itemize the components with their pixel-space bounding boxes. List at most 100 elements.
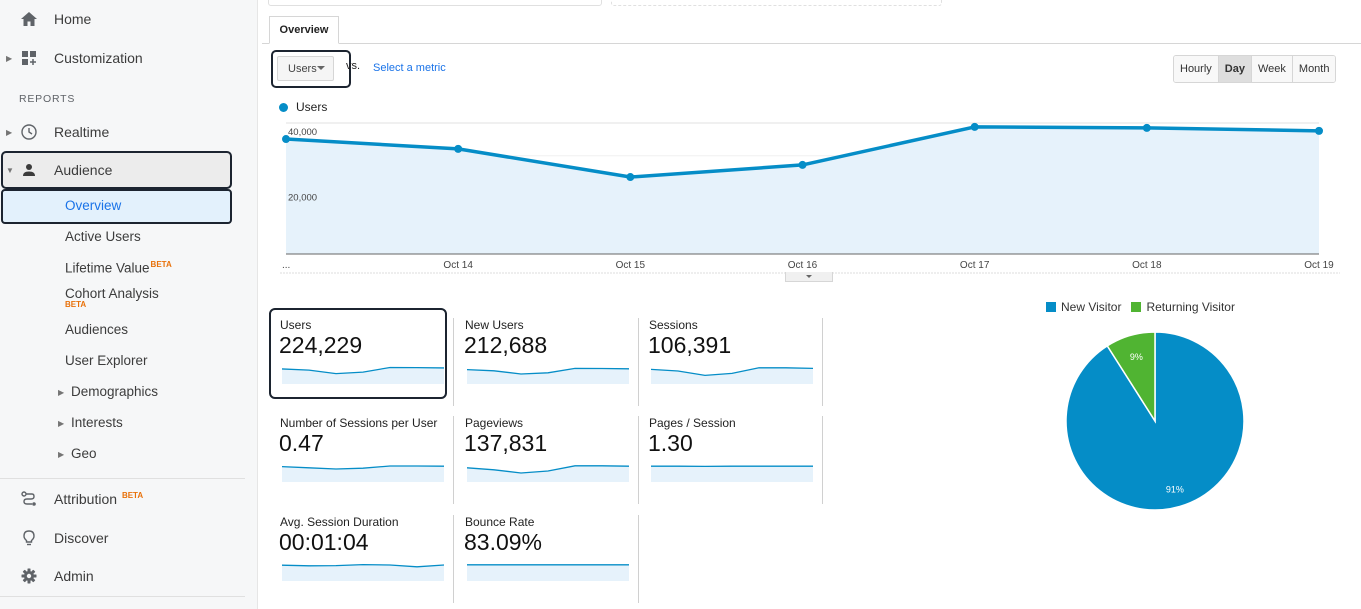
data-point	[1315, 126, 1323, 135]
sidebar-item-label: Admin	[54, 568, 94, 584]
gear-icon	[20, 567, 38, 585]
sparkline	[651, 465, 813, 482]
scorecard-sessions[interactable]: Sessions 106,391	[639, 310, 817, 400]
metric-select[interactable]: Users	[277, 56, 334, 81]
sidebar-subitem-cohort-analysis[interactable]: Cohort Analysis	[65, 286, 159, 301]
sparkline	[651, 367, 813, 384]
scorecard-separator	[453, 416, 454, 504]
scorecard-separator	[453, 318, 454, 406]
sidebar-item-admin[interactable]: Admin	[0, 558, 258, 594]
scorecard-users[interactable]: Users 224,229	[270, 310, 448, 400]
sidebar-item-realtime[interactable]: ▶ Realtime	[0, 114, 258, 150]
caret-right-icon: ▶	[58, 450, 65, 459]
scorecard-label: Pages / Session	[649, 416, 736, 430]
sparkline	[282, 465, 444, 482]
caret-down-icon: ▼	[6, 165, 14, 175]
scorecard-label: Number of Sessions per User	[280, 416, 438, 430]
x-tick-label: Oct 19	[1304, 260, 1334, 271]
data-point	[798, 160, 807, 169]
tab-overview[interactable]: Overview	[269, 16, 339, 44]
period-month-button[interactable]: Month	[1292, 56, 1336, 82]
sidebar-subitem-geo[interactable]: Geo	[71, 446, 97, 461]
caret-right-icon: ▶	[6, 127, 13, 137]
scorecard-number-of-sessions-per-user[interactable]: Number of Sessions per User 0.47	[270, 408, 448, 498]
scorecard-separator	[453, 515, 454, 603]
sparkline	[467, 465, 629, 482]
sparkline	[467, 564, 629, 581]
attribution-label: Attribution	[54, 491, 118, 507]
legend-item-returning-visitor[interactable]: Returning Visitor	[1131, 300, 1235, 314]
y-tick-label: 40,000	[288, 127, 317, 138]
segment-box[interactable]	[611, 0, 942, 6]
caret-right-icon: ▶	[58, 388, 65, 397]
dashboard-icon	[20, 49, 38, 67]
sidebar-item-customization[interactable]: ▶ Customization	[0, 40, 258, 76]
period-week-button[interactable]: Week	[1251, 56, 1293, 82]
scorecard-value: 00:01:04	[279, 529, 369, 555]
sidebar-subitem-user-explorer[interactable]: User Explorer	[65, 353, 148, 368]
scorecard-pageviews[interactable]: Pageviews 137,831	[455, 408, 633, 498]
sparkline	[282, 563, 444, 581]
date-range-box[interactable]	[268, 0, 602, 6]
scorecard-label: Pageviews	[465, 416, 524, 430]
scorecard-value: 106,391	[648, 332, 732, 358]
legend-swatch-icon	[1046, 302, 1056, 312]
scorecard-new-users[interactable]: New Users 212,688	[455, 310, 633, 400]
scorecard-value: 137,831	[464, 430, 548, 456]
scorecard-value: 212,688	[464, 332, 548, 358]
legend-item-new-visitor[interactable]: New Visitor	[1046, 300, 1121, 314]
sparkline-fill	[467, 564, 629, 581]
sparkline-fill	[651, 466, 813, 482]
data-point	[970, 122, 979, 131]
person-icon	[20, 161, 38, 179]
area-fill	[286, 126, 1319, 254]
data-point	[454, 144, 463, 153]
metric-select-value: Users	[288, 62, 317, 75]
sidebar-subitem-demographics[interactable]: Demographics	[71, 384, 158, 399]
reports-section-label: REPORTS	[19, 93, 76, 105]
sidebar-subitem-active-users[interactable]: Active Users	[65, 229, 141, 244]
scorecard-label: Users	[280, 318, 312, 332]
lightbulb-icon	[20, 529, 38, 547]
scorecard-value: 224,229	[279, 332, 363, 358]
x-tick-label: Oct 18	[1132, 260, 1162, 271]
sidebar-subitem-audiences[interactable]: Audiences	[65, 322, 128, 337]
sidebar-item-label: Discover	[54, 530, 109, 546]
sidebar-subitem-interests[interactable]: Interests	[71, 415, 123, 430]
sidebar-divider	[0, 596, 245, 597]
select-metric-link[interactable]: Select a metric	[373, 62, 446, 74]
period-hourly-button[interactable]: Hourly	[1174, 56, 1219, 82]
sidebar-divider	[0, 478, 245, 479]
caret-right-icon: ▶	[58, 419, 65, 428]
x-tick-label: Oct 17	[960, 260, 990, 271]
sidebar-item-audience[interactable]: ▼ Audience	[0, 152, 258, 188]
scorecard-label: Avg. Session Duration	[280, 515, 399, 529]
scorecard-avg-session-duration[interactable]: Avg. Session Duration 00:01:04	[270, 507, 448, 597]
legend-label: Returning Visitor	[1146, 300, 1235, 314]
sidebar-item-attribution[interactable]: Attribution BETA	[0, 481, 258, 517]
legend-swatch-icon	[1131, 302, 1142, 312]
visitor-pie-chart: 91% 9%	[1065, 331, 1245, 511]
sidebar-item-label: Customization	[54, 50, 143, 66]
scorecard-label: Bounce Rate	[465, 515, 535, 529]
scorecard-label: Sessions	[649, 318, 698, 332]
scorecard-separator	[822, 318, 823, 406]
scorecard-bounce-rate[interactable]: Bounce Rate 83.09%	[455, 507, 633, 597]
scorecard-pages-session[interactable]: Pages / Session 1.30	[639, 408, 817, 498]
period-toggle-group: Hourly Day Week Month	[1173, 55, 1337, 83]
sidebar-item-label: Home	[54, 11, 92, 27]
sidebar-item-discover[interactable]: Discover	[0, 520, 258, 556]
home-icon	[20, 10, 38, 28]
period-day-button[interactable]: Day	[1218, 56, 1252, 82]
scorecard-label: New Users	[465, 318, 524, 332]
scorecard-value: 0.47	[279, 430, 324, 456]
sidebar-item-label: Realtime	[54, 124, 110, 140]
scorecard-separator	[822, 416, 823, 504]
x-tick-label: Oct 15	[616, 260, 646, 271]
sidebar-subitem-lifetime-value[interactable]: Lifetime ValueBETA	[65, 260, 172, 276]
sidebar-subitem-overview[interactable]: Overview	[65, 198, 121, 213]
chart-collapse-toggle[interactable]	[785, 272, 833, 282]
sidebar-item-home[interactable]: Home	[0, 1, 258, 37]
attribution-icon	[20, 490, 38, 508]
x-tick-label: ...	[282, 260, 290, 271]
